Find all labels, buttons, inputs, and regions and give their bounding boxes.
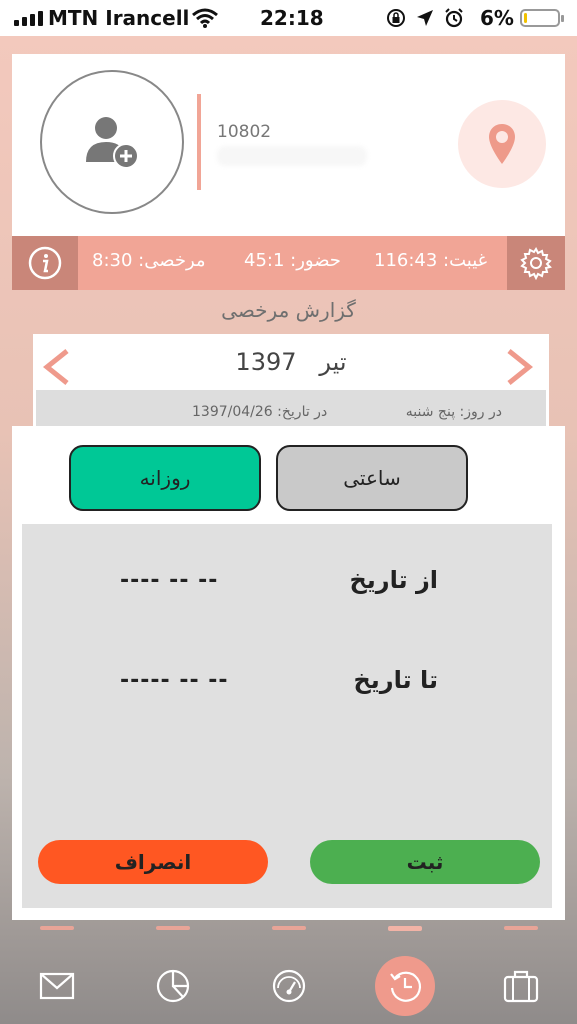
wifi-icon (192, 8, 218, 28)
date-range-panel: از تاریخ ---- -- -- تا تاریخ ----- -- --… (22, 524, 552, 908)
month-name: تیر (319, 348, 347, 376)
tab-hourly[interactable]: ساعتی (276, 445, 468, 511)
app-screen: 10802 مرخصی: 8:30 حضور: 45:1 غیبت: 116:4… (0, 36, 577, 1024)
absence-stat: غیبت: 116:43 (374, 250, 488, 271)
record-date: در تاریخ: 1397/04/26 (192, 404, 328, 420)
from-date-label: از تاریخ (349, 566, 438, 594)
cancel-button[interactable]: انصراف (38, 840, 268, 884)
list-item[interactable]: در تاریخ: 1397/04/26 در روز: پنج شنبه (36, 390, 546, 430)
info-icon (28, 246, 62, 280)
battery-icon (520, 9, 564, 27)
profile-divider (197, 94, 201, 190)
status-bar: MTN Irancell 22:18 6% (0, 0, 577, 36)
section-title: گزارش مرخصی (221, 298, 356, 322)
nav-item-history[interactable] (360, 948, 450, 1024)
month-selector: 1397 تیر در تاریخ: 1397/04/26 در روز: پن… (33, 334, 549, 430)
bottom-nav (0, 948, 577, 1024)
signal-icon (14, 11, 43, 26)
mail-icon (39, 972, 75, 1000)
location-arrow-icon (417, 10, 433, 26)
battery-percent: 6% (480, 6, 514, 30)
to-date-label: تا تاریخ (353, 666, 438, 694)
user-id: 10802 (217, 122, 272, 142)
nav-indicators (0, 926, 577, 932)
to-date-field[interactable]: ----- -- -- (120, 668, 229, 693)
history-icon (390, 971, 422, 1002)
leave-stat: مرخصی: 8:30 (92, 250, 206, 271)
nav-item-reports[interactable] (128, 948, 218, 1024)
pie-chart-icon (156, 969, 190, 1003)
alarm-icon (445, 8, 463, 28)
presence-stat: حضور: 45:1 (244, 250, 341, 271)
submit-button[interactable]: ثبت (310, 840, 540, 884)
stats-bar: مرخصی: 8:30 حضور: 45:1 غیبت: 116:43 (12, 236, 565, 290)
info-button[interactable] (12, 236, 78, 290)
clock: 22:18 (260, 6, 324, 30)
tab-daily[interactable]: روزانه (69, 445, 261, 511)
carrier-name: MTN Irancell (48, 6, 190, 30)
nav-item-mail[interactable] (12, 948, 102, 1024)
profile-card: 10802 (12, 54, 565, 237)
month-year: 1397 (235, 348, 297, 376)
location-pin-icon (489, 124, 515, 164)
nav-item-leave[interactable] (476, 948, 566, 1024)
location-button[interactable] (458, 100, 546, 188)
month-title: 1397 تیر (33, 348, 549, 376)
nav-item-dashboard[interactable] (244, 948, 334, 1024)
record-day: در روز: پنج شنبه (405, 404, 502, 420)
add-avatar-button[interactable] (40, 70, 184, 214)
leave-request-dialog: روزانه ساعتی از تاریخ ---- -- -- تا تاری… (12, 426, 565, 920)
speedometer-icon (272, 969, 306, 1003)
rotation-lock-icon (387, 9, 405, 27)
from-date-field[interactable]: ---- -- -- (120, 568, 218, 593)
add-user-icon (86, 117, 139, 169)
gear-icon (520, 247, 552, 280)
briefcase-icon (503, 970, 539, 1003)
chevron-right-icon[interactable] (505, 348, 535, 386)
settings-button[interactable] (507, 236, 565, 290)
user-name-redacted (217, 146, 367, 166)
